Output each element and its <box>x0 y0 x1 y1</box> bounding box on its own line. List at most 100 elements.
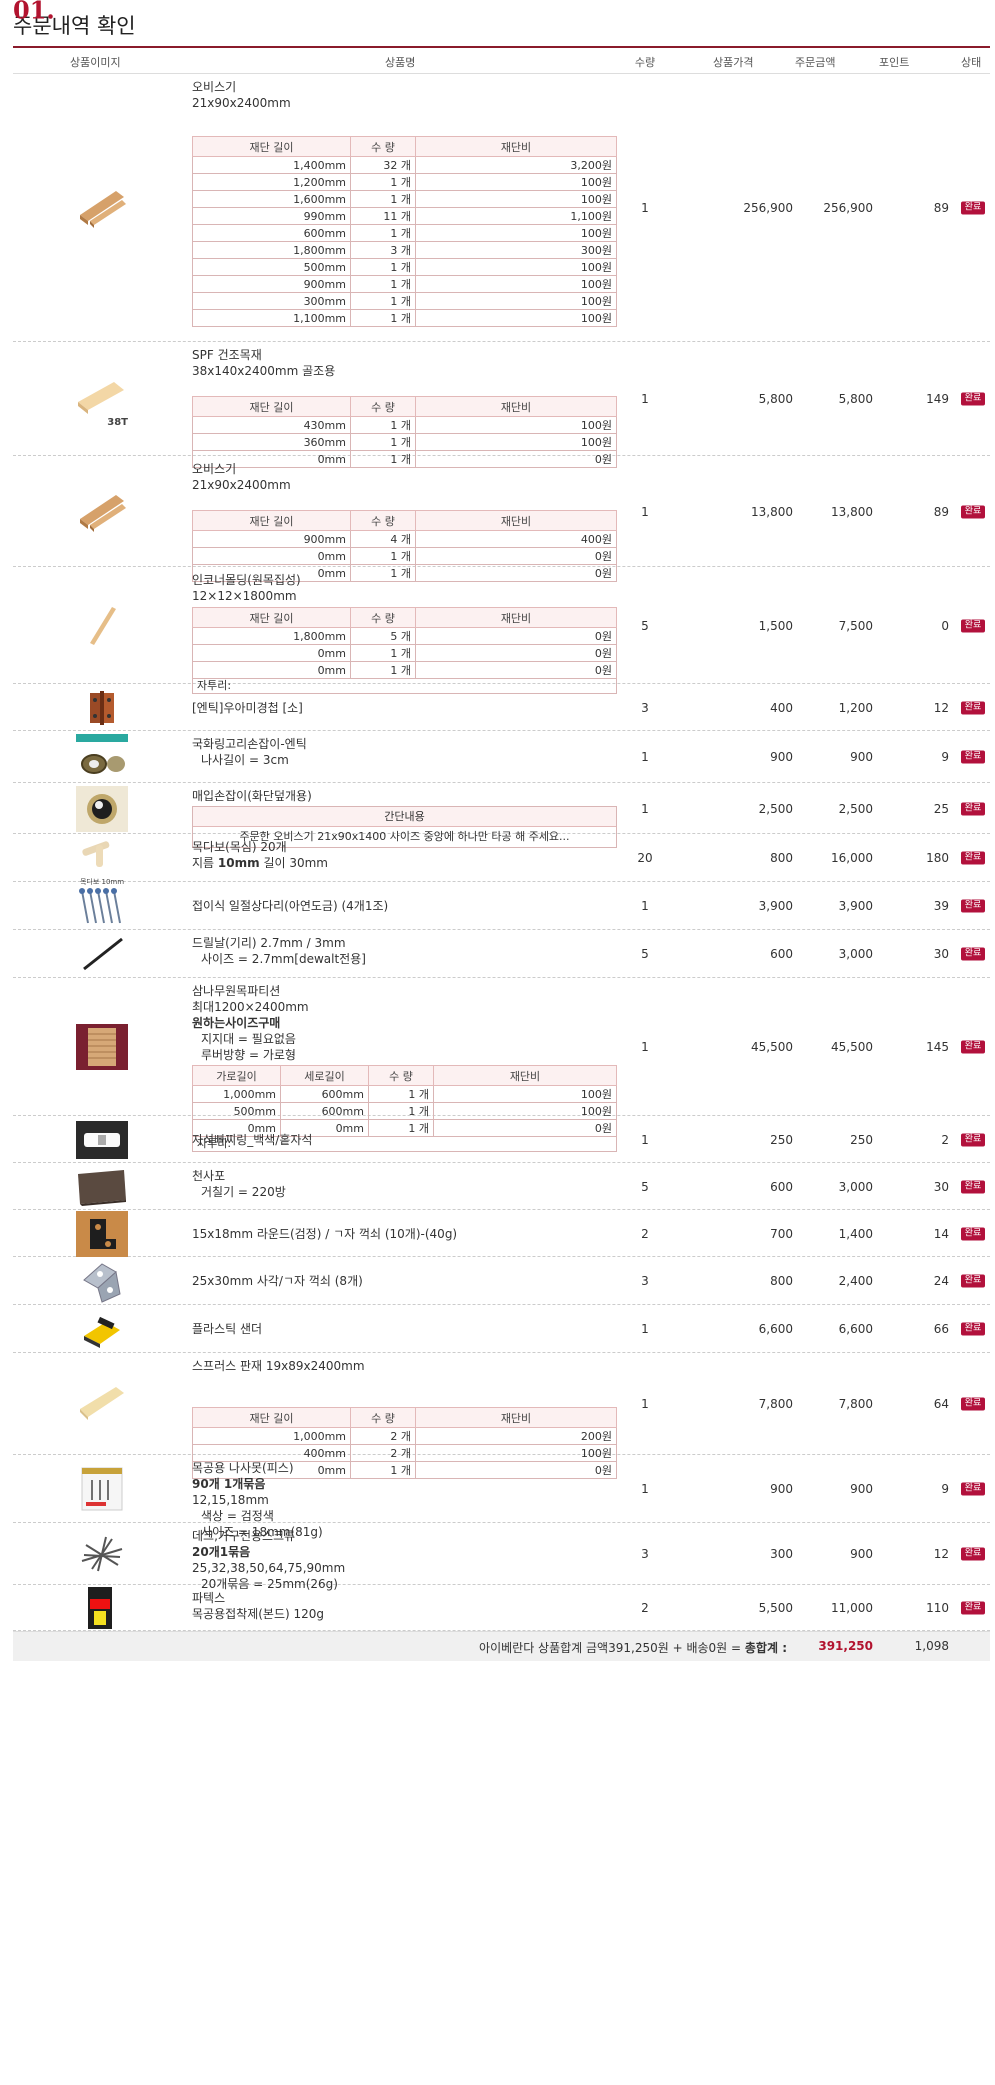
order-amount: 900 <box>850 1547 873 1561</box>
cut-cell: 100원 <box>415 224 617 242</box>
cut-row: 1,200mm 1 개 100원 <box>192 173 617 191</box>
quantity: 5 <box>641 1179 649 1194</box>
product-image-screws-pack[interactable] <box>76 1466 128 1512</box>
status-badge: 완료 <box>961 750 985 764</box>
cut-row: 0mm 1 개 0원 <box>192 661 617 679</box>
product-option: 지름 10mm 길이 30mm <box>192 856 328 870</box>
product-image-magnet[interactable] <box>76 1117 128 1163</box>
status-badge: 완료 <box>961 1397 985 1411</box>
order-amount: 3,000 <box>838 1179 873 1194</box>
cut-header: 재단 길이 <box>192 396 351 417</box>
points: 9 <box>941 1482 949 1496</box>
unit-price: 300 <box>770 1547 793 1561</box>
product-info: 천사포 거칠기 = 220방 <box>192 1168 617 1200</box>
cut-row: 1,000mm 600mm 1 개 100원 <box>192 1085 617 1103</box>
product-image-label: 38T <box>107 417 128 428</box>
product-image-wood-strips[interactable] <box>76 489 128 535</box>
product-image-drill[interactable] <box>76 931 128 977</box>
order-row: 천사포 거칠기 = 220방 5 600 3,000 30 완료 <box>13 1163 990 1210</box>
product-image-angle-silver[interactable] <box>76 1258 128 1304</box>
cut-row: 0mm 1 개 0원 <box>192 547 617 565</box>
product-image-dowel[interactable]: 목다보 10mm <box>76 835 128 886</box>
product-name[interactable]: 드릴날(기리) 2.7mm / 3mm <box>192 935 617 951</box>
cut-cell: 1,000mm <box>192 1427 351 1445</box>
unit-price: 1,500 <box>758 618 793 633</box>
unit-price: 700 <box>770 1226 793 1241</box>
product-image-wood-stick[interactable] <box>76 603 128 649</box>
cut-cell: 600mm <box>280 1085 369 1103</box>
product-name[interactable]: 15x18mm 라운드(검정) / ㄱ자 꺽쇠 (10개)-(40g) <box>192 1226 617 1242</box>
unit-price: 800 <box>770 1274 793 1288</box>
product-name[interactable]: 인코너몰딩(원목집성) <box>192 572 617 588</box>
status-badge: 완료 <box>961 1040 985 1054</box>
product-name[interactable]: 국화링고리손잡이-엔틱 <box>192 736 617 752</box>
header-name: 상품명 <box>385 56 416 69</box>
product-image-sander[interactable] <box>76 1306 128 1352</box>
product-option: 25,32,38,50,64,75,90mm <box>192 1561 346 1575</box>
points: 110 <box>926 1601 949 1615</box>
product-option: 20개1묶음 <box>192 1545 251 1559</box>
order-total-bar: 아이베란다 상품합계 금액391,250원 + 배송0원 = 총합계 : 391… <box>13 1631 990 1661</box>
product-image-brackets[interactable] <box>76 883 128 929</box>
cut-cell: 0원 <box>415 547 617 565</box>
product-option: 사이즈 = 2.7mm[dewalt전용] <box>201 952 366 966</box>
product-name[interactable]: 파텍스 <box>192 1590 617 1606</box>
product-name[interactable]: 매입손잡이(화단덮개용) <box>192 788 617 804</box>
points: 89 <box>933 504 949 519</box>
product-image-flush-knob[interactable] <box>76 785 128 832</box>
product-name[interactable]: [엔틱]우아미경첩 [소] <box>192 700 617 716</box>
product-name[interactable]: 천사포 <box>192 1168 617 1184</box>
product-image-wood-strips[interactable] <box>76 185 128 231</box>
product-image-ring-pull[interactable] <box>76 734 128 780</box>
product-image-sandpaper[interactable] <box>76 1164 128 1210</box>
cut-header: 수 량 <box>350 607 416 628</box>
product-name[interactable]: SPF 건조목재 <box>192 347 617 363</box>
product-name[interactable]: 데크,가구전용스크류 <box>192 1528 617 1544</box>
product-image-partition[interactable] <box>76 1024 128 1070</box>
product-name[interactable]: 자석빠찌링_백색/홑자석 <box>192 1132 617 1148</box>
cut-header: 재단 길이 <box>192 1407 351 1428</box>
status-badge: 완료 <box>961 1482 985 1496</box>
product-image-hinge[interactable] <box>76 685 128 731</box>
product-option: 21x90x2400mm <box>192 96 291 110</box>
cut-cell: 1 개 <box>350 433 416 451</box>
product-image-wood-38t[interactable]: 38T <box>76 376 128 428</box>
product-name[interactable]: 삼나무원목파티션 <box>192 983 617 999</box>
order-amount: 7,500 <box>838 618 873 633</box>
order-row: 자석빠찌링_백색/홑자석 1 250 250 2 완료 <box>13 1116 990 1163</box>
cut-row: 0mm 1 개 0원 <box>192 644 617 662</box>
header-price: 상품가격 <box>713 56 754 69</box>
product-name[interactable]: 오비스기 <box>192 79 617 95</box>
cut-cell: 1,400mm <box>192 156 351 174</box>
product-name[interactable]: 오비스기 <box>192 461 617 477</box>
cut-cell: 1 개 <box>350 547 416 565</box>
cut-table: 재단 길이 수 량 재단비 1,800mm 5 개 0원 0mm 1 개 0원 0mm 1 개 0원 <box>192 607 617 679</box>
status-badge: 완료 <box>961 1180 985 1193</box>
unit-price: 6,600 <box>758 1322 793 1336</box>
product-info: 25x30mm 사각/ㄱ자 꺽쇠 (8개) <box>192 1273 617 1289</box>
total-formula: 아이베란다 상품합계 금액391,250원 + 배송0원 = <box>479 1641 745 1655</box>
product-image-glue[interactable] <box>76 1585 128 1631</box>
product-image-screws-pile[interactable] <box>76 1531 128 1577</box>
product-image-angle-black[interactable] <box>76 1210 128 1257</box>
product-image-board[interactable] <box>76 1381 128 1427</box>
product-option: 90개 1개묶음 <box>192 1477 266 1491</box>
order-amount: 2,500 <box>838 801 873 816</box>
unit-price: 250 <box>770 1132 793 1147</box>
cut-cell: 100원 <box>415 416 617 434</box>
product-info: 플라스틱 샌더 <box>192 1321 617 1337</box>
product-name[interactable]: 목공용 나사못(피스) <box>192 1460 617 1476</box>
product-name[interactable]: 스프러스 판재 19x89x2400mm <box>192 1358 617 1374</box>
quantity: 3 <box>641 1547 649 1561</box>
product-name[interactable]: 접이식 일절상다리(아연도금) (4개1조) <box>192 898 617 914</box>
product-info: 15x18mm 라운드(검정) / ㄱ자 꺽쇠 (10개)-(40g) <box>192 1226 617 1242</box>
order-amount: 13,800 <box>831 504 873 519</box>
product-option: 나사길이 = 3cm <box>201 753 289 767</box>
cut-cell: 3 개 <box>350 241 416 259</box>
product-name[interactable]: 25x30mm 사각/ㄱ자 꺽쇠 (8개) <box>192 1273 617 1289</box>
cut-cell: 1,100mm <box>192 309 351 327</box>
cut-cell: 1 개 <box>350 173 416 191</box>
order-row: 국화링고리손잡이-엔틱 나사길이 = 3cm 1 900 900 9 완료 <box>13 731 990 783</box>
product-name[interactable]: 플라스틱 샌더 <box>192 1321 617 1337</box>
product-name[interactable]: 목다보(목심) 20개 <box>192 839 617 855</box>
